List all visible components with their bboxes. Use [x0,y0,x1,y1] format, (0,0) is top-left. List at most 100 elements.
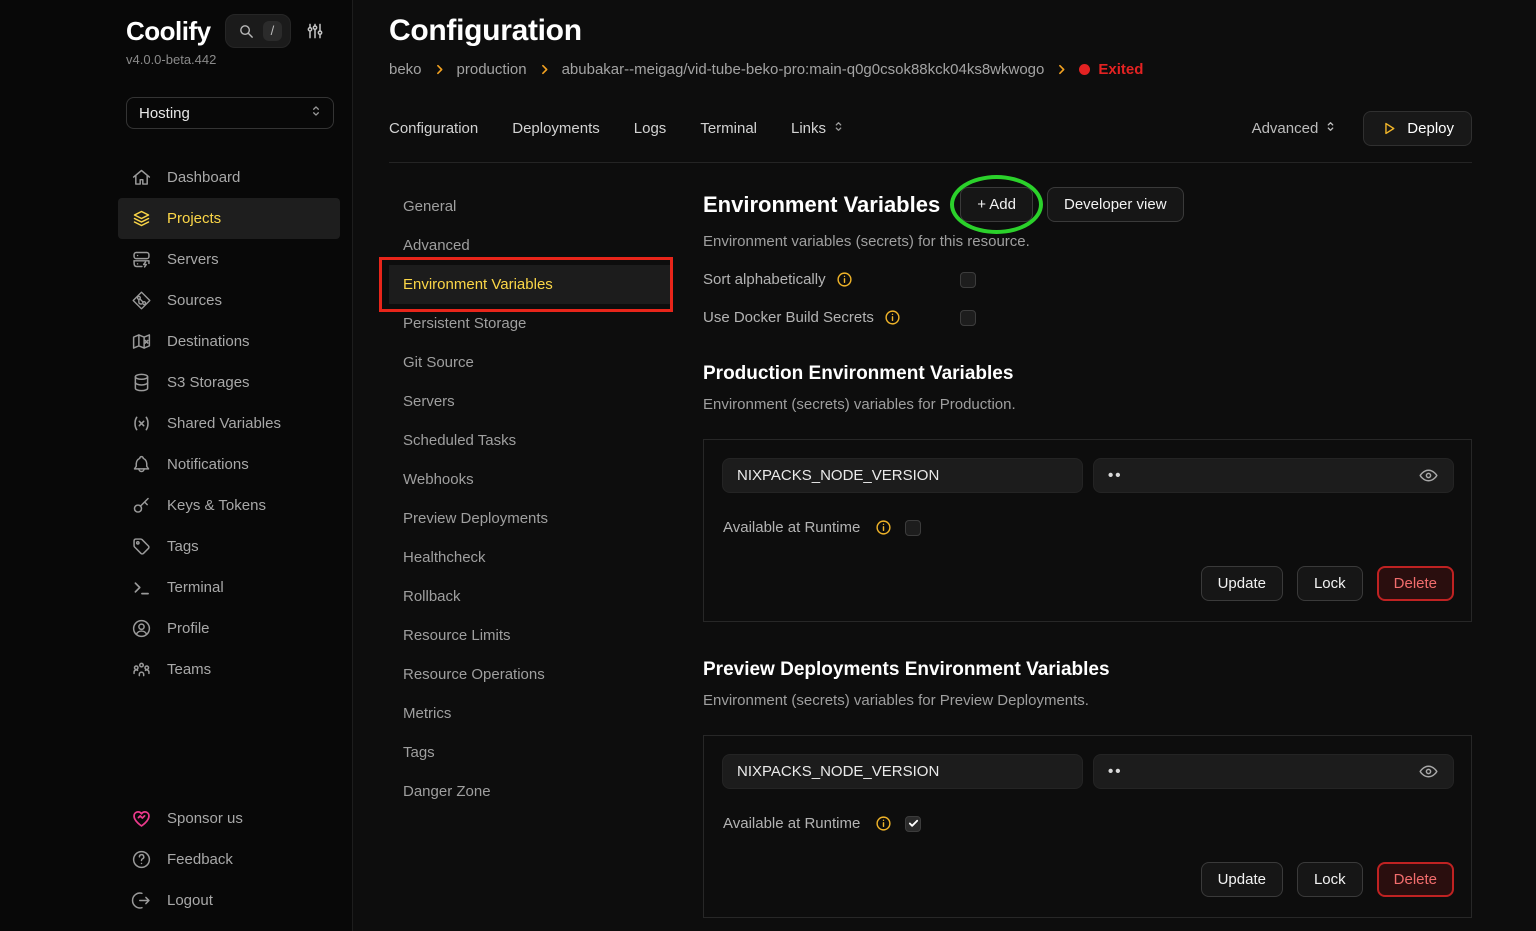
sidebar-item-label: Profile [167,620,210,637]
subnav-item-danger-zone[interactable]: Danger Zone [389,772,672,811]
subnav-item-persistent-storage[interactable]: Persistent Storage [389,304,672,343]
tab-configuration[interactable]: Configuration [389,120,478,137]
info-icon[interactable] [875,519,892,536]
info-icon[interactable] [875,815,892,832]
chevron-right-icon [433,63,446,76]
sidebar-item-tags[interactable]: Tags [118,526,340,567]
bell-icon [130,454,152,475]
sidebar-item-label: Feedback [167,851,233,868]
advanced-label: Advanced [1252,120,1319,137]
sidebar-item-label: Projects [167,210,221,227]
breadcrumb-resource[interactable]: abubakar--meigag/vid-tube-beko-pro:main-… [562,61,1045,78]
sidebar-item-sources[interactable]: Sources [118,280,340,321]
sidebar-item-destinations[interactable]: Destinations [118,321,340,362]
available-at-runtime-checkbox[interactable] [905,520,921,536]
tab-links[interactable]: Links [791,120,845,137]
advanced-dropdown[interactable]: Advanced [1252,120,1338,137]
chevron-updown-icon [832,120,845,137]
subnav-item-healthcheck[interactable]: Healthcheck [389,538,672,577]
info-icon[interactable] [836,271,853,288]
app-logo: Coolify [126,16,211,47]
sort-alphabetically-checkbox[interactable] [960,272,976,288]
terminal-icon [130,577,152,598]
env-value-input[interactable]: •• [1093,458,1454,493]
sidebar-item-notifications[interactable]: Notifications [118,444,340,485]
sort-alphabetically-label: Sort alphabetically [703,271,826,288]
add-env-variable-button[interactable]: + Add [960,187,1033,222]
tab-logs[interactable]: Logs [634,120,667,137]
sidebar-item-projects[interactable]: Projects [118,198,340,239]
sidebar-item-servers[interactable]: Servers [118,239,340,280]
adjustments-icon[interactable] [305,21,325,41]
sidebar-item-keys-tokens[interactable]: Keys & Tokens [118,485,340,526]
app-version: v4.0.0-beta.442 [126,52,336,67]
info-icon[interactable] [884,309,901,326]
subnav-item-environment-variables[interactable]: Environment Variables [389,265,672,304]
sidebar-item-dashboard[interactable]: Dashboard [118,157,340,198]
subnav-item-preview-deployments[interactable]: Preview Deployments [389,499,672,538]
sort-alphabetically-row: Sort alphabetically [703,271,1472,288]
subnav-item-tags[interactable]: Tags [389,733,672,772]
sidebar-item-label: Logout [167,892,213,909]
sidebar-item-label: Teams [167,661,211,678]
sidebar-item-teams[interactable]: Teams [118,649,340,690]
deploy-button[interactable]: Deploy [1363,111,1472,146]
subnav-item-git-source[interactable]: Git Source [389,343,672,382]
env-key-input[interactable]: NIXPACKS_NODE_VERSION [722,754,1083,789]
subnav-item-resource-limits[interactable]: Resource Limits [389,616,672,655]
tag-icon [130,536,152,557]
sidebar-item-profile[interactable]: Profile [118,608,340,649]
server-icon [130,249,152,270]
sidebar-item-shared-variables[interactable]: Shared Variables [118,403,340,444]
subnav-item-scheduled-tasks[interactable]: Scheduled Tasks [389,421,672,460]
eye-icon[interactable] [1418,761,1439,782]
subnav-item-rollback[interactable]: Rollback [389,577,672,616]
env-variables-panel: Environment Variables + Add Developer vi… [672,187,1472,918]
delete-button[interactable]: Delete [1377,862,1454,897]
subnav-item-advanced[interactable]: Advanced [389,226,672,265]
workspace-select[interactable]: Hosting [126,97,334,129]
sidebar-item-label: Sponsor us [167,810,243,827]
tab-deployments[interactable]: Deployments [512,120,600,137]
sidebar-item-label: Tags [167,538,199,555]
env-key-value: NIXPACKS_NODE_VERSION [737,467,939,484]
subnav-item-general[interactable]: General [389,187,672,226]
tab-links-label: Links [791,120,826,137]
subnav-item-servers[interactable]: Servers [389,382,672,421]
chevron-updown-icon [309,104,323,122]
variable-icon [130,413,152,434]
available-at-runtime-row: Available at Runtime [722,519,1454,536]
play-icon [1381,120,1398,137]
breadcrumb-environment[interactable]: production [457,61,527,78]
lock-button[interactable]: Lock [1297,862,1363,897]
available-at-runtime-checkbox[interactable] [905,816,921,832]
sidebar-footer: Sponsor us Feedback Logout [0,798,352,931]
lock-button[interactable]: Lock [1297,566,1363,601]
chevron-right-icon [1055,63,1068,76]
production-section-subtitle: Environment (secrets) variables for Prod… [703,396,1472,413]
search-button[interactable]: / [225,14,292,48]
eye-icon[interactable] [1418,465,1439,486]
delete-button[interactable]: Delete [1377,566,1454,601]
developer-view-button[interactable]: Developer view [1047,187,1184,222]
env-key-value: NIXPACKS_NODE_VERSION [737,763,939,780]
sidebar-item-logout[interactable]: Logout [118,880,340,921]
sidebar-item-terminal[interactable]: Terminal [118,567,340,608]
sidebar-item-s3-storages[interactable]: S3 Storages [118,362,340,403]
sidebar-item-sponsor[interactable]: Sponsor us [118,798,340,839]
tab-terminal[interactable]: Terminal [700,120,757,137]
subnav-item-webhooks[interactable]: Webhooks [389,460,672,499]
env-key-input[interactable]: NIXPACKS_NODE_VERSION [722,458,1083,493]
sidebar-item-feedback[interactable]: Feedback [118,839,340,880]
sidebar-item-label: Sources [167,292,222,309]
search-shortcut-key: / [263,21,283,41]
update-button[interactable]: Update [1201,862,1283,897]
env-value-masked: •• [1108,763,1123,780]
add-button-annotation: + Add [960,187,1033,222]
subnav-item-resource-operations[interactable]: Resource Operations [389,655,672,694]
update-button[interactable]: Update [1201,566,1283,601]
docker-build-secrets-checkbox[interactable] [960,310,976,326]
breadcrumb-team[interactable]: beko [389,61,422,78]
env-value-input[interactable]: •• [1093,754,1454,789]
subnav-item-metrics[interactable]: Metrics [389,694,672,733]
